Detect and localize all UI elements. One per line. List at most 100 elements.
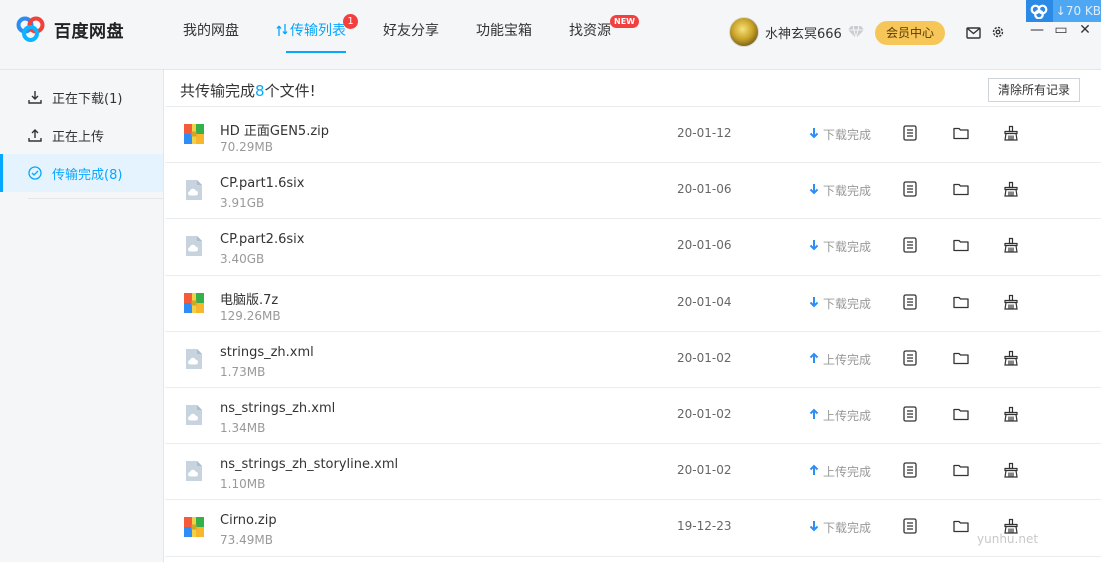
file-size: 1.34MB: [220, 420, 266, 435]
sidebar-item-completed-label: 传输完成(8): [52, 167, 123, 183]
download-arrow-icon: [809, 296, 823, 311]
document-icon[interactable]: [903, 350, 917, 370]
download-speed: ↓70 KB: [1053, 4, 1101, 18]
nav-friend-share-label: 好友分享: [383, 23, 439, 39]
document-icon[interactable]: [903, 181, 917, 201]
sidebar-item-downloading-label: 正在下载(1): [52, 91, 123, 107]
floating-speed-widget[interactable]: ↓70 KB: [1026, 0, 1101, 22]
main-panel: 共传输完成8个文件! 清除所有记录 HD 正面GEN5.zip 70.29MB …: [165, 70, 1101, 562]
file-icon: [183, 235, 205, 257]
clear-record-icon[interactable]: [1003, 350, 1019, 370]
file-name[interactable]: strings_zh.xml: [220, 345, 314, 360]
clear-record-icon[interactable]: [1003, 237, 1019, 257]
clear-record-icon[interactable]: [1003, 406, 1019, 426]
sidebar-item-downloading[interactable]: 正在下载(1): [0, 78, 163, 116]
arrow-down-icon: ↓: [1055, 4, 1066, 18]
document-icon[interactable]: [903, 462, 917, 482]
gear-icon[interactable]: [991, 24, 1005, 43]
transfer-arrows-icon: [276, 24, 288, 36]
file-name[interactable]: ns_strings_zh_storyline.xml: [220, 457, 398, 472]
list-item[interactable]: strings_zh.xml 1.73MB 20-01-02 上传完成: [165, 332, 1101, 388]
baidu-cloud-logo-icon: [16, 16, 45, 42]
clear-record-icon[interactable]: [1003, 462, 1019, 482]
document-icon[interactable]: [903, 406, 917, 426]
file-name[interactable]: ns_strings_zh.xml: [220, 401, 335, 416]
file-icon: [183, 460, 205, 482]
nav-my-drive[interactable]: 我的网盘: [167, 0, 255, 70]
username[interactable]: 水神玄冥666: [765, 23, 842, 42]
list-item[interactable]: Cirno.zip 73.49MB 19-12-23 下载完成: [165, 500, 1101, 557]
nav-friend-share[interactable]: 好友分享: [367, 0, 455, 70]
top-utility-icons: [966, 24, 1015, 43]
app-logo[interactable]: 百度网盘: [14, 16, 124, 42]
completed-file-list: HD 正面GEN5.zip 70.29MB 20-01-12 下载完成 CP.p…: [165, 106, 1101, 557]
document-icon[interactable]: [903, 518, 917, 538]
watermark: yunhu.net: [977, 532, 1039, 546]
list-item[interactable]: CP.part1.6six 3.91GB 20-01-06 下载完成: [165, 163, 1101, 220]
clear-record-icon[interactable]: [1003, 181, 1019, 201]
download-arrow-icon: [809, 521, 819, 532]
document-icon[interactable]: [903, 293, 917, 314]
transfer-status: 下载完成: [809, 182, 871, 199]
folder-icon[interactable]: [953, 181, 969, 200]
clear-record-icon[interactable]: [1003, 294, 1019, 314]
list-item[interactable]: CP.part2.6six 3.40GB 20-01-06 下载完成: [165, 219, 1101, 276]
transfer-status-text: 上传完成: [823, 352, 872, 367]
clear-all-records-button[interactable]: 清除所有记录: [988, 78, 1080, 102]
file-name[interactable]: 电脑版.7z: [220, 289, 278, 308]
file-size: 129.26MB: [220, 308, 281, 323]
transfer-status-text: 上传完成: [823, 465, 872, 480]
document-icon[interactable]: [903, 237, 917, 257]
list-item[interactable]: ns_strings_zh_storyline.xml 1.10MB 20-01…: [165, 444, 1101, 501]
mail-icon[interactable]: [966, 24, 981, 43]
file-date: 20-01-06: [677, 238, 732, 253]
download-speed-value: 70 KB: [1065, 4, 1101, 18]
folder-icon[interactable]: [953, 237, 969, 256]
file-name[interactable]: CP.part2.6six: [220, 232, 304, 247]
vip-center-button[interactable]: 会员中心: [875, 21, 945, 45]
folder-icon[interactable]: [953, 406, 969, 425]
folder-icon[interactable]: [953, 518, 969, 537]
list-item[interactable]: ns_strings_zh.xml 1.34MB 20-01-02 上传完成: [165, 388, 1101, 445]
diamond-icon[interactable]: [847, 25, 864, 39]
file-name[interactable]: HD 正面GEN5.zip: [220, 120, 329, 139]
folder-icon[interactable]: [953, 125, 969, 144]
file-date: 20-01-02: [677, 406, 732, 421]
app-name: 百度网盘: [54, 21, 124, 42]
transfer-status: 上传完成: [809, 463, 871, 480]
nav-transfer-list-label: 传输列表: [290, 23, 346, 39]
archive-file-icon: [183, 516, 205, 538]
folder-icon[interactable]: [953, 462, 969, 481]
list-item[interactable]: HD 正面GEN5.zip 70.29MB 20-01-12 下载完成: [165, 107, 1101, 164]
user-info[interactable]: 水神玄冥666: [729, 17, 864, 47]
nav-transfer-list[interactable]: 传输列表 1: [260, 0, 362, 70]
cloud-logo-icon: [1026, 0, 1053, 22]
sidebar-item-uploading[interactable]: 正在上传: [0, 116, 163, 154]
archive-file-icon: [183, 292, 205, 314]
upload-icon: [28, 129, 42, 142]
sidebar-item-completed[interactable]: 传输完成(8): [0, 154, 163, 192]
summary-suffix: 个文件!: [264, 82, 316, 100]
transfer-status-text: 下载完成: [823, 184, 872, 199]
list-item[interactable]: 电脑版.7z 129.26MB 20-01-04 下载完成: [165, 276, 1101, 332]
nav-toolbox[interactable]: 功能宝箱: [460, 0, 548, 70]
clear-record-icon[interactable]: [1003, 125, 1019, 145]
download-arrow-icon: [809, 184, 819, 195]
summary-prefix: 共传输完成: [180, 82, 256, 100]
document-icon[interactable]: [903, 125, 917, 145]
upload-arrow-icon: [809, 464, 819, 476]
file-name[interactable]: CP.part1.6six: [220, 176, 304, 191]
avatar[interactable]: [729, 17, 759, 47]
nav-find-resources[interactable]: 找资源 NEW: [553, 0, 639, 70]
folder-icon[interactable]: [953, 350, 969, 369]
sidebar-item-uploading-label: 正在上传: [52, 129, 105, 145]
download-icon: [28, 91, 42, 104]
minimize-icon[interactable]: —: [1025, 22, 1049, 38]
file-icon: [183, 404, 205, 426]
close-icon[interactable]: ✕: [1073, 22, 1097, 38]
file-date: 20-01-04: [677, 294, 732, 309]
file-name[interactable]: Cirno.zip: [220, 513, 277, 528]
transfer-status: 下载完成: [809, 126, 871, 143]
maximize-icon[interactable]: ▭: [1049, 22, 1073, 38]
folder-icon[interactable]: [953, 294, 969, 313]
